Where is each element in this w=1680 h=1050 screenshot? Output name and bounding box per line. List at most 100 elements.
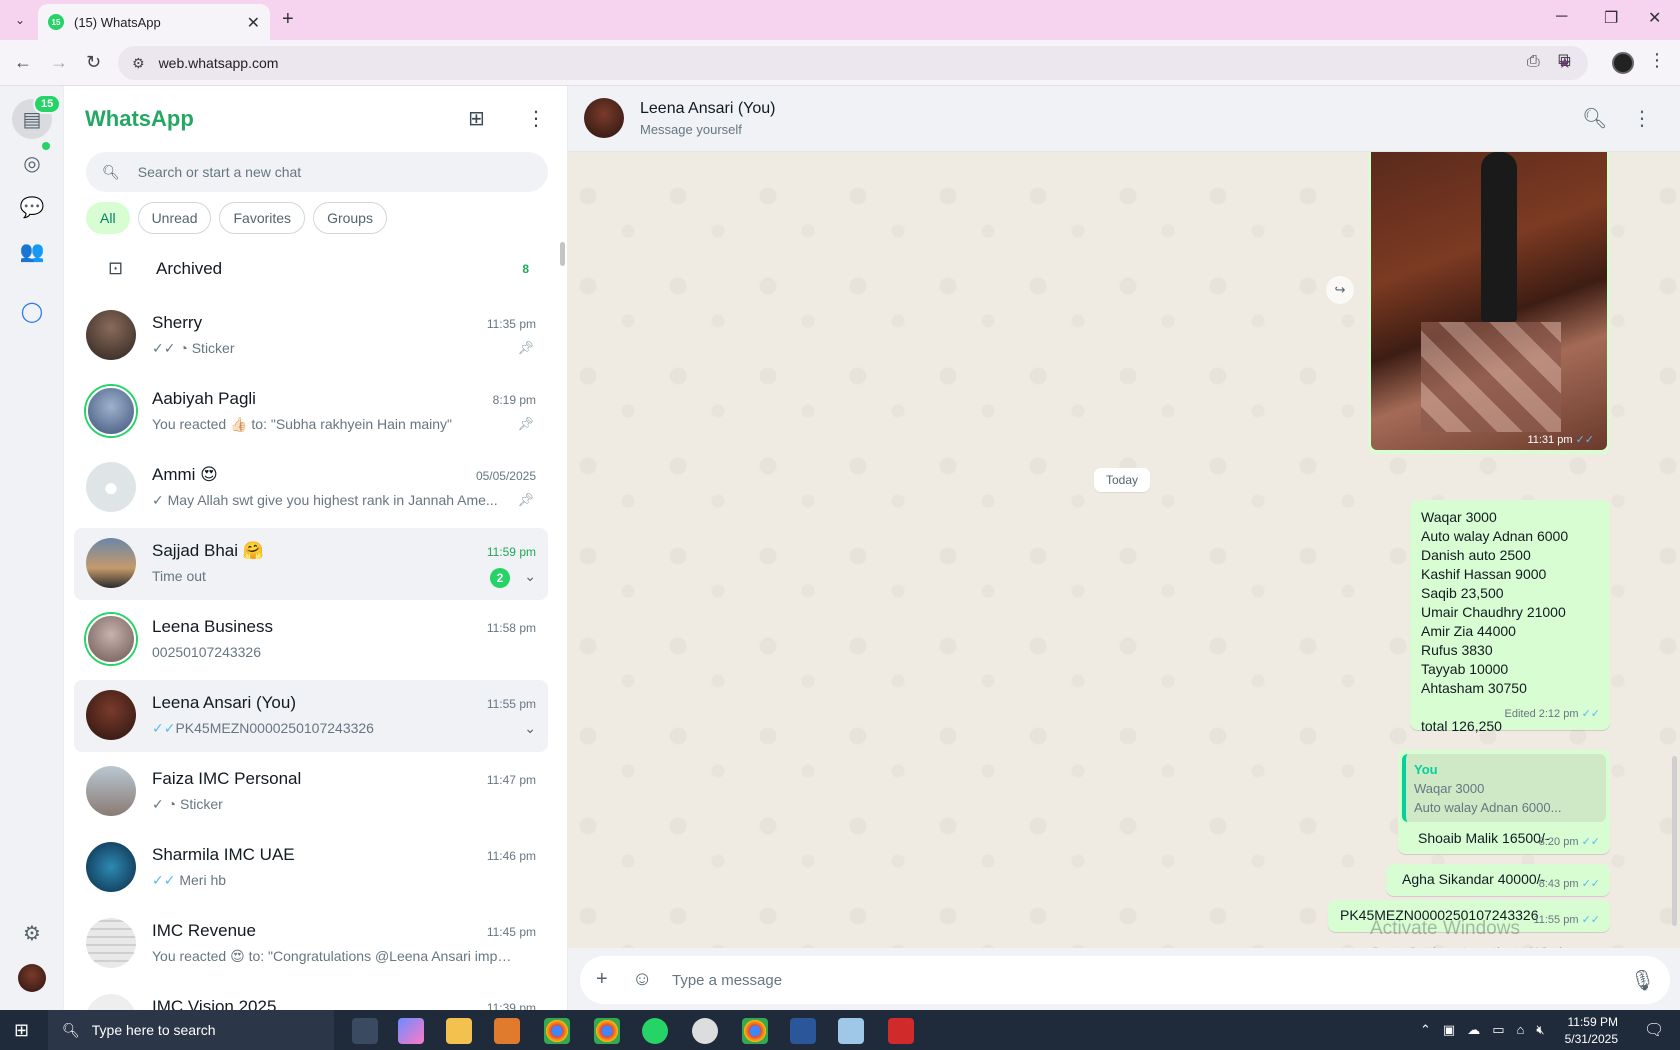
- restore-icon[interactable]: ❐: [1604, 8, 1618, 28]
- site-info-icon[interactable]: ⚙: [132, 55, 145, 72]
- meta-ai-icon[interactable]: ◯: [17, 296, 47, 326]
- message-text: Agha Sikandar 40000/-: [1402, 871, 1546, 887]
- chat-item-sherry[interactable]: Sherry 11:35 pm ✓✓ ◔ Sticker 📌︎: [74, 300, 548, 372]
- task-view-icon[interactable]: [352, 1018, 378, 1044]
- sidebar-scrollbar[interactable]: [560, 242, 565, 266]
- notification-icon[interactable]: 🗨︎: [1644, 1020, 1664, 1040]
- message-line: Amir Zia 44000: [1421, 623, 1516, 639]
- whatsapp-taskbar-icon[interactable]: [642, 1018, 668, 1044]
- reload-icon[interactable]: ↻: [86, 52, 101, 73]
- chrome-active-icon[interactable]: [594, 1018, 620, 1044]
- chevron-down-icon[interactable]: ⌄: [524, 720, 536, 737]
- chat-item-faiza[interactable]: Faiza IMC Personal 11:47 pm ✓ ◔ Sticker: [74, 756, 548, 828]
- notepad-icon[interactable]: [838, 1018, 864, 1044]
- photo-floor-tiles: [1421, 322, 1561, 432]
- onedrive-icon[interactable]: ☁: [1467, 1022, 1480, 1038]
- attach-plus-icon[interactable]: +: [596, 968, 608, 991]
- new-chat-icon[interactable]: ⊞: [468, 106, 485, 131]
- word-icon[interactable]: [790, 1018, 816, 1044]
- profile-avatar[interactable]: [18, 964, 46, 992]
- install-app-icon[interactable]: ⎙: [1527, 53, 1540, 73]
- contact-status: Message yourself: [640, 122, 742, 137]
- acrobat-icon[interactable]: [888, 1018, 914, 1044]
- monitor-icon[interactable]: ▭: [1492, 1022, 1504, 1038]
- network-icon[interactable]: ⌂: [1517, 1022, 1525, 1038]
- menu-kebab-icon[interactable]: ⋮: [526, 106, 546, 131]
- file-explorer-icon[interactable]: [446, 1018, 472, 1044]
- chat-time: 11:35 pm: [486, 317, 536, 331]
- outgoing-message[interactable]: Agha Sikandar 40000/- 8:43 pm ✓✓: [1386, 864, 1610, 896]
- photo-subject: [1481, 152, 1517, 322]
- chat-item-imc-vision[interactable]: IMC Vision 2025 11:39 pm: [74, 984, 548, 1010]
- nav-rail: ▤ 15 ◎ 💬 👥 ◯ ⚙: [0, 86, 64, 1010]
- filter-groups[interactable]: Groups: [313, 202, 387, 234]
- conversation-header[interactable]: Leena Ansari (You) Message yourself 🔍︎ ⋮: [568, 86, 1680, 152]
- window-close-icon[interactable]: ✕: [1648, 8, 1661, 28]
- tray-app-icon[interactable]: ▣: [1443, 1022, 1455, 1038]
- status-update-dot: [42, 142, 50, 150]
- outgoing-message[interactable]: Waqar 3000 Auto walay Adnan 6000 Danish …: [1410, 500, 1610, 734]
- message-line: Waqar 3000: [1421, 509, 1497, 525]
- outgoing-message[interactable]: Shoaib Malik 16500/- 8:20 pm ✓✓: [1398, 824, 1610, 854]
- browser-menu-icon[interactable]: ⋮: [1648, 50, 1666, 71]
- chrome-icon[interactable]: [544, 1018, 570, 1044]
- chevron-up-icon[interactable]: ⌃: [1420, 1022, 1431, 1038]
- chat-item-aabiyah[interactable]: Aabiyah Pagli 8:19 pm You reacted 👍🏻 to:…: [74, 376, 548, 448]
- double-tick-icon: ✓✓: [152, 872, 176, 888]
- quoted-message[interactable]: You Waqar 3000 Auto walay Adnan 6000...: [1402, 754, 1606, 822]
- image-message[interactable]: 11:31 pm ✓✓: [1368, 152, 1610, 454]
- double-tick-icon: ✓✓: [1581, 708, 1600, 720]
- forward-icon[interactable]: ↪: [1326, 276, 1354, 304]
- chevron-down-icon[interactable]: ⌄: [524, 568, 536, 585]
- chat-name: IMC Vision 2025: [152, 997, 277, 1010]
- app-icon[interactable]: [494, 1018, 520, 1044]
- filter-favorites[interactable]: Favorites: [219, 202, 306, 234]
- clock-app-icon[interactable]: [692, 1018, 718, 1044]
- extensions-icon[interactable]: ⧉: [1558, 50, 1571, 71]
- chat-item-imc-revenue[interactable]: IMC Revenue 11:45 pm You reacted 😍 to: "…: [74, 908, 548, 980]
- menu-kebab-icon[interactable]: ⋮: [1632, 106, 1652, 131]
- copilot-icon[interactable]: [398, 1018, 424, 1044]
- back-icon[interactable]: ←: [14, 52, 32, 73]
- archived-row[interactable]: ⊡ Archived 8: [64, 238, 567, 298]
- chat-preview: 00250107243326: [152, 644, 262, 660]
- conversation-scrollbar[interactable]: [1672, 756, 1677, 926]
- chat-time: 11:55 pm: [486, 697, 536, 711]
- microphone-icon[interactable]: 🎙︎: [1630, 968, 1655, 993]
- search-icon[interactable]: 🔍︎: [1582, 106, 1607, 131]
- taskbar-search[interactable]: 🔍︎ Type here to search: [48, 1010, 334, 1050]
- photo-thumbnail[interactable]: [1371, 152, 1607, 450]
- message-line: Kashif Hassan 9000: [1421, 566, 1547, 582]
- system-tray: ⌃ ▣ ☁ ▭ ⌂ 🔇︎: [1420, 1022, 1545, 1038]
- chat-item-sharmila[interactable]: Sharmila IMC UAE 11:46 pm ✓✓ Meri hb: [74, 832, 548, 904]
- tab-search-chevron-icon[interactable]: ⌄: [8, 8, 32, 32]
- new-tab-icon[interactable]: +: [282, 8, 294, 31]
- channels-icon[interactable]: 💬: [17, 192, 47, 222]
- windows-start-icon[interactable]: ⊞: [14, 1020, 29, 1041]
- quoted-reply-bubble[interactable]: You Waqar 3000 Auto walay Adnan 6000...: [1398, 750, 1610, 824]
- forward-icon[interactable]: →: [50, 52, 68, 73]
- communities-icon[interactable]: 👥: [17, 236, 47, 266]
- chat-item-ammi[interactable]: ● Ammi 😍 05/05/2025 ✓ May Allah swt give…: [74, 452, 548, 524]
- emoji-icon[interactable]: ☺: [632, 968, 652, 991]
- browser-tab-whatsapp[interactable]: 15 (15) WhatsApp ✕: [38, 4, 270, 40]
- filter-all[interactable]: All: [86, 202, 130, 234]
- profile-avatar-icon[interactable]: [1612, 52, 1634, 74]
- chat-name: Ammi 😍: [152, 465, 218, 484]
- contact-avatar[interactable]: [584, 98, 624, 138]
- chat-item-leena-business[interactable]: Leena Business 11:58 pm 00250107243326: [74, 604, 548, 676]
- close-tab-icon[interactable]: ✕: [247, 13, 260, 33]
- minimize-icon[interactable]: ─: [1556, 8, 1567, 26]
- pin-icon: 📌︎: [517, 416, 534, 431]
- taskbar-clock[interactable]: 11:59 PM 5/31/2025: [1562, 1014, 1618, 1048]
- status-icon[interactable]: ◎: [17, 148, 47, 178]
- avatar: [86, 614, 136, 664]
- search-input[interactable]: 🔍︎ Search or start a new chat: [86, 152, 548, 192]
- address-bar[interactable]: ⚙ web.whatsapp.com ⎙ ★: [118, 46, 1588, 80]
- chat-item-sajjad[interactable]: Sajjad Bhai 🤗 11:59 pm Time out 2 ⌄: [74, 528, 548, 600]
- chat-item-leena-self[interactable]: Leena Ansari (You) 11:55 pm ✓✓PK45MEZN00…: [74, 680, 548, 752]
- volume-muted-icon[interactable]: 🔇︎: [1536, 1022, 1544, 1038]
- filter-unread[interactable]: Unread: [137, 202, 212, 234]
- chrome-profile-icon[interactable]: [742, 1018, 768, 1044]
- settings-gear-icon[interactable]: ⚙: [17, 918, 47, 948]
